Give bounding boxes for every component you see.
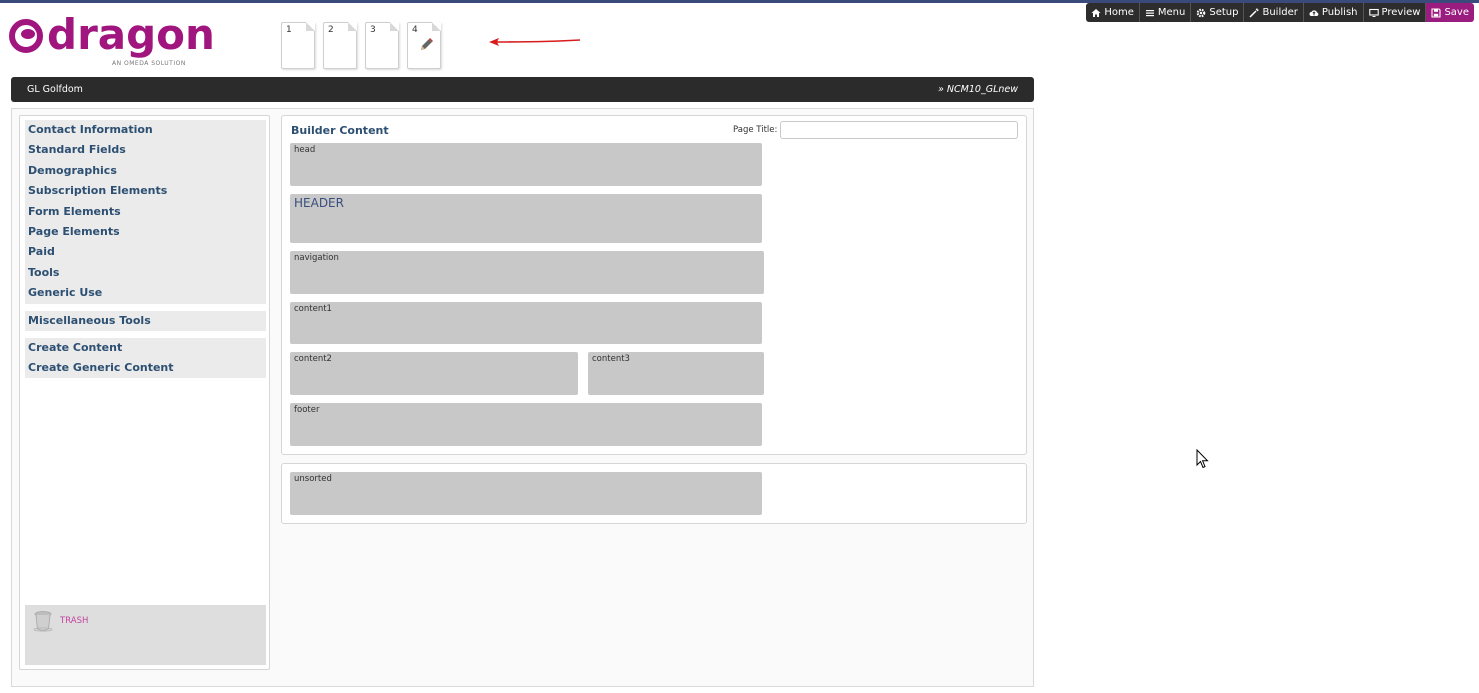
title-bar: GL Golfdom » NCM10_GLnew <box>11 77 1034 102</box>
red-arrow-icon <box>489 38 581 46</box>
sidebar-item-generic-use[interactable]: Generic Use <box>25 283 266 303</box>
builder-button[interactable]: Builder <box>1244 3 1304 22</box>
save-button[interactable]: Save <box>1426 3 1474 22</box>
zone-label: HEADER <box>294 196 344 210</box>
zone-content3[interactable]: content3 <box>588 352 764 395</box>
home-button[interactable]: Home <box>1086 3 1140 22</box>
setup-label: Setup <box>1209 7 1239 18</box>
zone-label: navigation <box>294 253 339 263</box>
zone-content1[interactable]: content1 <box>290 302 762 344</box>
sidebar-item-page-elements[interactable]: Page Elements <box>25 222 266 242</box>
sidebar-item-subscription-elements[interactable]: Subscription Elements <box>25 181 266 201</box>
zone-label: footer <box>294 405 320 415</box>
page-thumb-2[interactable]: 2 <box>323 22 357 69</box>
zone-header[interactable]: HEADER <box>290 194 762 243</box>
floppy-disk-icon <box>1431 7 1442 18</box>
builder-content-panel: Builder Content Page Title: head HEADER … <box>281 115 1027 455</box>
element-sidebar: Contact Information Standard Fields Demo… <box>19 115 270 670</box>
zone-navigation[interactable]: navigation <box>290 251 764 294</box>
zone-content2[interactable]: content2 <box>290 352 578 395</box>
zone-unsorted[interactable]: unsorted <box>290 472 762 515</box>
trash-label: TRASH <box>60 616 89 626</box>
page-number: 2 <box>328 25 334 35</box>
pencil-icon <box>421 38 433 50</box>
logo-wordmark: dragon <box>47 10 215 59</box>
trash-can-icon <box>33 611 53 632</box>
sidebar-item-form-elements[interactable]: Form Elements <box>25 202 266 222</box>
sidebar-item-miscellaneous-tools[interactable]: Miscellaneous Tools <box>25 311 266 331</box>
zone-label: content3 <box>592 354 630 364</box>
top-toolbar: Home Menu Setup Builder Publish Preview … <box>1086 3 1474 22</box>
sidebar-item-demographics[interactable]: Demographics <box>25 161 266 181</box>
setup-button[interactable]: Setup <box>1191 3 1245 22</box>
preview-label: Preview <box>1381 7 1421 18</box>
page-number: 3 <box>370 25 376 35</box>
builder-title: Builder Content <box>291 124 389 137</box>
builder-label: Builder <box>1262 7 1298 18</box>
gear-icon <box>1197 8 1206 17</box>
hamburger-icon <box>1145 9 1154 16</box>
menu-button[interactable]: Menu <box>1139 3 1192 22</box>
trash-dropzone[interactable]: TRASH <box>25 605 266 665</box>
sidebar-item-create-content[interactable]: Create Content <box>25 338 266 358</box>
mouse-cursor-icon <box>1196 449 1209 469</box>
zone-head[interactable]: head <box>290 143 762 186</box>
cloud-upload-icon <box>1309 9 1319 16</box>
page-thumb-4[interactable]: 4 <box>407 22 441 69</box>
magic-wand-icon <box>1249 8 1259 18</box>
zone-footer[interactable]: footer <box>290 403 762 446</box>
page-thumb-1[interactable]: 1 <box>281 22 315 69</box>
dragon-logo[interactable]: dragon AN OMEDA SOLUTION <box>9 10 215 69</box>
home-label: Home <box>1104 7 1134 18</box>
sidebar-item-tools[interactable]: Tools <box>25 263 266 283</box>
publication-name: GL Golfdom <box>27 84 83 95</box>
preview-button[interactable]: Preview <box>1363 3 1427 22</box>
menu-label: Menu <box>1157 7 1186 18</box>
sidebar-item-paid[interactable]: Paid <box>25 242 266 262</box>
logo-tagline: AN OMEDA SOLUTION <box>112 60 186 67</box>
publish-button[interactable]: Publish <box>1303 3 1364 22</box>
sidebar-item-create-generic-content[interactable]: Create Generic Content <box>25 358 266 378</box>
publish-label: Publish <box>1321 7 1358 18</box>
monitor-icon <box>1368 8 1379 17</box>
zone-label: content2 <box>294 354 332 364</box>
home-icon <box>1091 8 1101 17</box>
dragon-logo-mark-icon <box>9 19 43 53</box>
unsorted-panel: unsorted <box>281 463 1027 524</box>
page-number: 1 <box>286 25 292 35</box>
zone-label: content1 <box>294 304 332 314</box>
page-title-input[interactable] <box>780 121 1018 139</box>
page-number: 4 <box>412 25 418 35</box>
sidebar-item-standard-fields[interactable]: Standard Fields <box>25 140 266 160</box>
zone-label: unsorted <box>294 474 332 484</box>
zone-label: head <box>294 145 316 155</box>
sidebar-group-create: Create Content Create Generic Content <box>25 338 266 378</box>
save-label: Save <box>1444 7 1469 18</box>
sidebar-group-elements: Contact Information Standard Fields Demo… <box>25 120 266 304</box>
sidebar-item-contact-information[interactable]: Contact Information <box>25 120 266 140</box>
sidebar-group-misc: Miscellaneous Tools <box>25 311 266 331</box>
page-title-label: Page Title: <box>733 125 778 135</box>
page-thumb-3[interactable]: 3 <box>365 22 399 69</box>
form-breadcrumb[interactable]: » NCM10_GLnew <box>938 84 1018 95</box>
